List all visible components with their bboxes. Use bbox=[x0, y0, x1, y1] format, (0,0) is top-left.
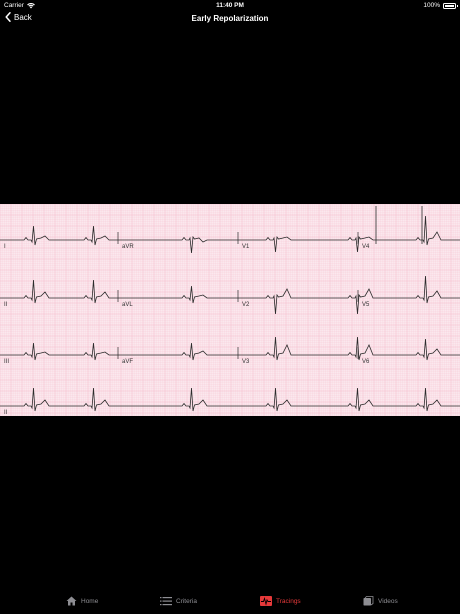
tab-videos[interactable]: Videos bbox=[363, 596, 398, 607]
lead-label-avr: aVR bbox=[122, 244, 134, 250]
lead-label-avf: aVF bbox=[122, 359, 133, 365]
ecg-strip: IaVR V1 V4II aVL V2 V5III aVF V3 V6II bbox=[0, 204, 460, 416]
ecg-icon bbox=[260, 596, 272, 606]
battery-icon bbox=[443, 2, 458, 9]
lead-label-v5: V5 bbox=[362, 302, 370, 308]
tab-home[interactable]: Home bbox=[66, 596, 98, 606]
ecg-tracing[interactable]: IaVR V1 V4 II aVL V2 V5 III aVF V3 V6 II bbox=[0, 204, 460, 416]
tab-tracings-label: Tracings bbox=[276, 597, 301, 605]
battery-percent: 100% bbox=[423, 2, 440, 9]
tab-bar: Home Criteria Tracings Videos bbox=[0, 592, 460, 614]
lead-label-ii: II bbox=[4, 302, 8, 308]
battery-fill bbox=[445, 4, 454, 7]
status-bar: Carrier 11:40 PM 100% bbox=[0, 0, 460, 11]
tab-videos-label: Videos bbox=[378, 598, 398, 605]
lead-label-ii: II bbox=[4, 410, 8, 416]
lead-label-iii: III bbox=[4, 359, 9, 365]
status-time: 11:40 PM bbox=[216, 2, 244, 9]
lead-label-v6: V6 bbox=[362, 359, 370, 365]
video-icon bbox=[363, 596, 374, 606]
tab-criteria[interactable]: Criteria bbox=[160, 596, 197, 606]
page-title: Early Repolarization bbox=[191, 14, 269, 23]
tab-home-label: Home bbox=[81, 597, 99, 605]
lead-label-v4: V4 bbox=[362, 244, 370, 250]
tab-tracings[interactable]: Tracings bbox=[260, 596, 301, 606]
list-icon bbox=[160, 597, 172, 606]
lead-label-v3: V3 bbox=[242, 359, 250, 365]
tab-criteria-label: Criteria bbox=[176, 597, 197, 605]
navigation-bar: Back Early Repolarization bbox=[0, 11, 460, 28]
ecg-background bbox=[0, 204, 460, 416]
lead-label-v2: V2 bbox=[242, 302, 250, 308]
lead-label-v1: V1 bbox=[242, 244, 250, 250]
status-right: 100% bbox=[423, 2, 458, 9]
home-icon bbox=[66, 596, 77, 606]
lead-label-avl: aVL bbox=[122, 302, 133, 308]
